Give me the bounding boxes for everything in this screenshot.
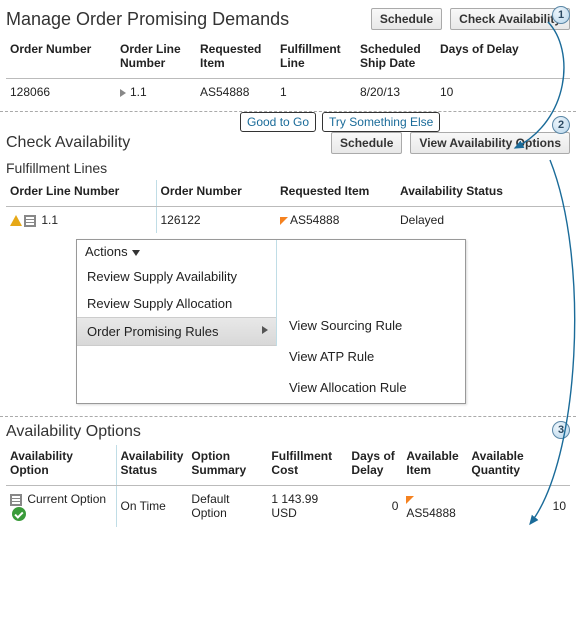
col-summary: Option Summary <box>187 445 267 486</box>
options-table: Availability Option Availability Status … <box>6 445 570 527</box>
cell-option: Current Option <box>6 486 116 527</box>
actions-menu: Actions Review Supply Availability Revie… <box>76 239 466 404</box>
col-delay: Days of Delay <box>347 445 402 486</box>
table-row[interactable]: Current Option On Time Default Option 1 … <box>6 486 570 527</box>
cell-line-number: 1.1 <box>6 207 156 234</box>
cell-order-number: 128066 <box>6 79 116 106</box>
cell-delay: 10 <box>436 79 570 106</box>
page-title: Manage Order Promising Demands <box>6 9 289 30</box>
submenu: View Sourcing Rule View ATP Rule View Al… <box>277 240 465 403</box>
section-manage-demands: Manage Order Promising Demands Schedule … <box>0 0 576 109</box>
cell-cost: 1 143.99 USD <box>267 486 347 527</box>
flag-icon <box>406 496 414 504</box>
list-icon <box>10 494 22 506</box>
tag-good-to-go: Good to Go <box>240 112 316 132</box>
submenu-atp-rule[interactable]: View ATP Rule <box>277 341 465 372</box>
cell-fline: 1 <box>276 79 356 106</box>
cell-summary: Default Option <box>187 486 267 527</box>
table-row[interactable]: 128066 1.1 AS54888 1 8/20/13 10 <box>6 79 570 106</box>
col-line-number: Order Line Number <box>116 38 196 79</box>
warning-icon <box>10 215 22 226</box>
col-line-number: Order Line Number <box>6 180 156 207</box>
col-qty: Available Quantity <box>467 445 570 486</box>
tag-try-else: Try Something Else <box>322 112 440 132</box>
subsection-title: Fulfillment Lines <box>6 160 570 176</box>
divider <box>0 416 576 417</box>
section-title: Check Availability <box>6 134 130 152</box>
cell-status: Delayed <box>396 207 570 234</box>
view-availability-button[interactable]: View Availability Options <box>410 132 570 154</box>
col-order-number: Order Number <box>156 180 276 207</box>
col-ship-date: Scheduled Ship Date <box>356 38 436 79</box>
col-cost: Fulfillment Cost <box>267 445 347 486</box>
list-icon <box>24 215 36 227</box>
col-requested-item: Requested Item <box>196 38 276 79</box>
col-avail-status: Availability Status <box>396 180 570 207</box>
col-status: Availability Status <box>116 445 187 486</box>
submenu-arrow-icon <box>262 326 268 334</box>
annotation-tags: Good to Go Try Something Else <box>240 112 440 132</box>
col-option: Availability Option <box>6 445 116 486</box>
expand-icon[interactable] <box>120 89 126 97</box>
demands-table: Order Number Order Line Number Requested… <box>6 38 570 105</box>
cell-item: AS54888 <box>196 79 276 106</box>
check-icon <box>12 507 26 521</box>
cell-delay: 0 <box>347 486 402 527</box>
section-title: Availability Options <box>6 423 570 441</box>
schedule-button[interactable]: Schedule <box>371 8 442 30</box>
cell-item: AS54888 <box>402 486 467 527</box>
step-badge-3: 3 <box>552 421 570 439</box>
cell-item: AS54888 <box>276 207 396 234</box>
table-row[interactable]: 1.1 126122 AS54888 Delayed <box>6 207 570 234</box>
step-badge-2: 2 <box>552 116 570 134</box>
cell-qty: 10 <box>467 486 570 527</box>
menu-item-review-allocation[interactable]: Review Supply Allocation <box>77 290 276 317</box>
fulfillment-table: Order Line Number Order Number Requested… <box>6 180 570 233</box>
section-availability-options: Availability Options Availability Option… <box>0 419 576 531</box>
col-fulfillment-line: Fulfillment Line <box>276 38 356 79</box>
col-item: Available Item <box>402 445 467 486</box>
col-requested-item: Requested Item <box>276 180 396 207</box>
cell-line-number: 1.1 <box>116 79 196 106</box>
step-badge-1: 1 <box>552 6 570 24</box>
col-order-number: Order Number <box>6 38 116 79</box>
cell-status: On Time <box>116 486 187 527</box>
menu-header[interactable]: Actions <box>77 240 276 263</box>
menu-item-promising-rules[interactable]: Order Promising Rules <box>77 317 276 346</box>
flag-icon <box>280 217 288 225</box>
schedule-button-2[interactable]: Schedule <box>331 132 402 154</box>
submenu-allocation-rule[interactable]: View Allocation Rule <box>277 372 465 403</box>
col-days-delay: Days of Delay <box>436 38 570 79</box>
dropdown-icon <box>132 250 140 256</box>
cell-ship-date: 8/20/13 <box>356 79 436 106</box>
section-check-availability: Good to Go Try Something Else Check Avai… <box>0 114 576 414</box>
submenu-sourcing-rule[interactable]: View Sourcing Rule <box>277 310 465 341</box>
cell-order-number: 126122 <box>156 207 276 234</box>
menu-item-review-availability[interactable]: Review Supply Availability <box>77 263 276 290</box>
